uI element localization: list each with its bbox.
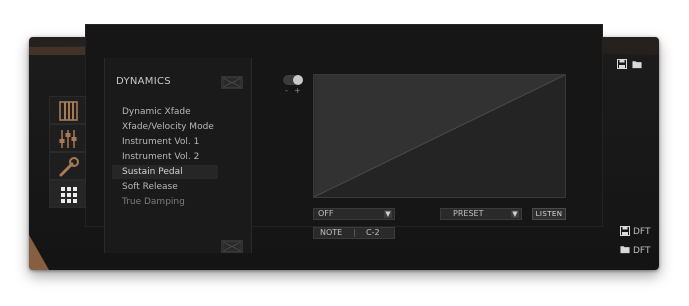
note-value: C-2 [366,228,380,237]
folder-icon[interactable] [620,244,630,254]
chevron-down-icon: ▼ [384,210,392,218]
preset-dropdown-value: PRESET [453,209,484,218]
menu-item-label: True Damping [122,197,185,207]
folder-icon[interactable] [632,59,642,69]
menu-item-sustain-pedal[interactable]: Sustain Pedal [112,165,218,179]
scroll-down-icon[interactable] [221,240,243,253]
toggle-plus-label: + [294,86,301,95]
menu-item-label: Soft Release [122,182,178,192]
note-field[interactable]: NOTE C-2 [313,227,395,239]
velocity-curve[interactable] [313,74,566,198]
chevron-down-icon: ▼ [511,210,519,218]
menu-item-xfade-velocity-mode[interactable]: Xfade/Velocity Mode [112,120,218,134]
mode-dropdown[interactable]: OFF ▼ [313,208,395,220]
note-separator [354,229,355,237]
menu-item-true-damping[interactable]: True Damping [112,195,218,209]
menu-item-dynamic-xfade[interactable]: Dynamic Xfade [112,105,218,119]
menu-item-label: Instrument Vol. 2 [122,152,200,162]
velocity-curve-graph[interactable] [313,74,566,198]
menu-item-label: Xfade/Velocity Mode [122,122,214,132]
preset-dropdown[interactable]: PRESET ▼ [440,208,522,220]
piano-keys-icon [59,101,78,121]
toggle-minus-label: - [285,86,288,95]
mode-dropdown-value: OFF [318,209,334,218]
note-label: NOTE [320,228,343,237]
load-default-label[interactable]: DFT [633,245,650,257]
menu-item-instrument-vol-2[interactable]: Instrument Vol. 2 [112,150,218,164]
mixer-sliders-icon [59,130,77,148]
tab-settings[interactable] [49,152,86,180]
scroll-up-icon[interactable] [221,76,243,89]
floppy-disk-icon[interactable] [617,59,627,69]
side-tabs [49,96,86,212]
floppy-disk-icon[interactable] [620,226,630,236]
menu-item-label: Dynamic Xfade [122,107,191,117]
grid-icon [61,187,77,203]
menu-item-soft-release[interactable]: Soft Release [112,180,218,194]
menu-item-label: Instrument Vol. 1 [122,137,200,147]
menu-item-instrument-vol-1[interactable]: Instrument Vol. 1 [112,135,218,149]
panel-title: DYNAMICS [116,76,171,87]
tab-grid[interactable] [49,180,86,208]
toggle-knob[interactable] [293,75,303,85]
wrench-icon [59,157,79,177]
save-default-label[interactable]: DFT [633,226,650,238]
tab-piano[interactable] [49,96,86,124]
listen-button[interactable]: LISTEN [532,208,566,220]
menu-item-label: Sustain Pedal [122,167,183,177]
tab-mixer[interactable] [49,124,86,152]
